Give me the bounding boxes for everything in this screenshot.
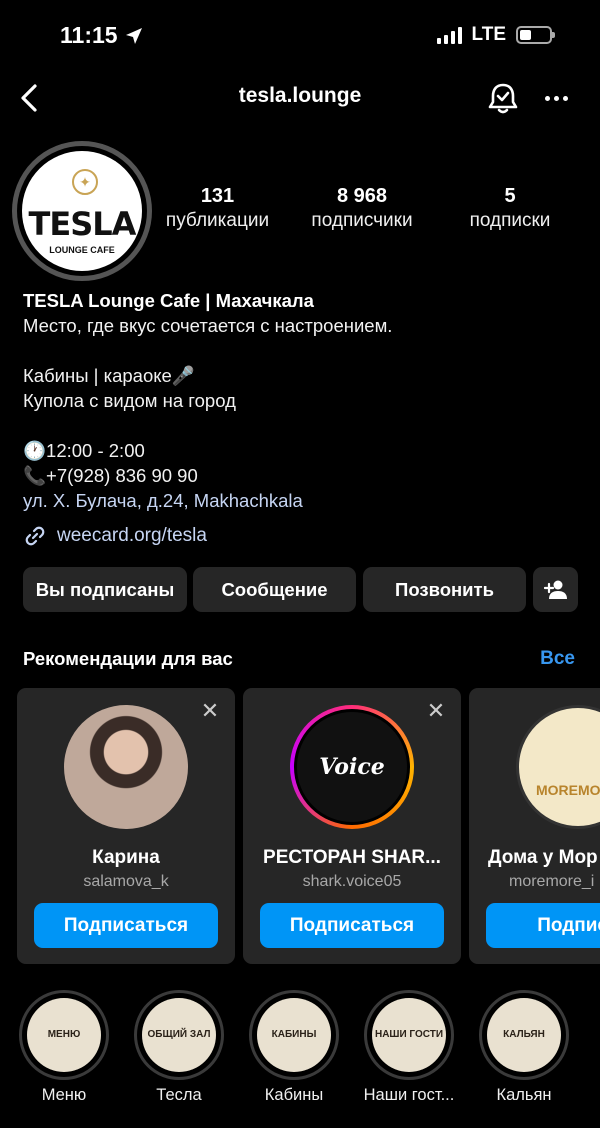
highlight-item[interactable]: МЕНЮ Меню bbox=[18, 990, 110, 1105]
see-all-link[interactable]: Все bbox=[540, 648, 575, 670]
battery-icon bbox=[516, 26, 555, 44]
highlight-label: Кабины bbox=[264, 1086, 324, 1104]
highlight-cover-text: МЕНЮ bbox=[47, 1029, 81, 1040]
more-options-button[interactable] bbox=[538, 80, 574, 116]
following-button[interactable]: Вы подписаны bbox=[23, 567, 187, 612]
highlight-ring: МЕНЮ bbox=[19, 990, 109, 1080]
recommendation-card[interactable]: ✕ Voice РЕСТОРАН SHAR... shark.voice05 П… bbox=[243, 688, 461, 964]
stat-following-value: 5 bbox=[504, 185, 516, 207]
website-link-text: weecard.org/tesla bbox=[57, 525, 207, 546]
more-dot-icon bbox=[562, 95, 568, 101]
call-button[interactable]: Позвонить bbox=[363, 567, 526, 612]
status-bar: 11:15 LTE bbox=[0, 0, 600, 70]
add-user-icon bbox=[543, 580, 567, 599]
star-logo-icon: ✦ bbox=[72, 169, 98, 195]
moremore-logo: MOREMORE bbox=[536, 782, 600, 798]
highlight-label: Кальян bbox=[496, 1086, 552, 1104]
stat-followers-label: подписчики bbox=[311, 210, 413, 231]
stat-following-label: подписки bbox=[469, 210, 551, 231]
profile-website-link[interactable]: weecard.org/tesla bbox=[23, 524, 207, 548]
highlight-item[interactable]: КАБИНЫ Кабины bbox=[248, 990, 340, 1105]
more-dot-icon bbox=[544, 95, 550, 101]
bio-hours: 🕐12:00 - 2:00 bbox=[23, 440, 145, 461]
highlight-cover-text: КАБИНЫ bbox=[271, 1029, 317, 1040]
notifications-button[interactable] bbox=[485, 80, 521, 116]
highlight-cover: КАБИНЫ bbox=[257, 998, 331, 1072]
profile-bio: TESLA Lounge Cafe | Махачкала Место, где… bbox=[23, 288, 583, 513]
recommendation-avatar[interactable]: MOREMORE bbox=[516, 705, 600, 829]
stat-posts[interactable]: 131 публикации bbox=[155, 185, 280, 232]
stat-posts-value: 131 bbox=[200, 185, 235, 207]
story-highlights: МЕНЮ Меню ОБЩИЙ ЗАЛ Тесла КАБИНЫ Кабины … bbox=[18, 990, 600, 1120]
bio-line: Место, где вкус сочетается с настроением… bbox=[23, 315, 393, 336]
recommendation-avatar[interactable]: Voice bbox=[290, 705, 414, 829]
highlight-label: Тесла bbox=[156, 1086, 202, 1104]
bio-line: Кабины | караоке🎤 bbox=[23, 365, 195, 386]
highlight-item[interactable]: КАЛЬЯН Кальян bbox=[478, 990, 570, 1105]
stat-posts-label: публикации bbox=[165, 210, 270, 231]
highlight-cover-text: ОБЩИЙ ЗАЛ bbox=[147, 1029, 211, 1040]
recommendation-username: shark.voice05 bbox=[302, 873, 402, 890]
highlight-ring: ОБЩИЙ ЗАЛ bbox=[134, 990, 224, 1080]
status-time-text: 11:15 bbox=[60, 22, 118, 48]
link-icon bbox=[25, 526, 45, 546]
recommendation-name: Дома у Мор bbox=[488, 847, 598, 868]
recommendations-header: Рекомендации для вас Все bbox=[23, 648, 575, 670]
profile-display-name: TESLA Lounge Cafe | Махачкала bbox=[23, 290, 314, 311]
profile-stats: 131 публикации 8 968 подписчики 5 подпис… bbox=[155, 185, 585, 245]
close-icon[interactable]: ✕ bbox=[199, 700, 221, 722]
highlight-item[interactable]: НАШИ ГОСТИ Наши гост... bbox=[363, 990, 455, 1105]
highlight-cover-text: НАШИ ГОСТИ bbox=[374, 1029, 444, 1040]
message-button[interactable]: Сообщение bbox=[193, 567, 356, 612]
highlight-label: Наши гост... bbox=[363, 1086, 455, 1104]
highlight-item[interactable]: ОБЩИЙ ЗАЛ Тесла bbox=[133, 990, 225, 1105]
highlight-cover: НАШИ ГОСТИ bbox=[372, 998, 446, 1072]
stat-followers[interactable]: 8 968 подписчики bbox=[297, 185, 427, 232]
recommendations-title: Рекомендации для вас bbox=[23, 648, 233, 669]
recommendation-username: salamova_k bbox=[83, 873, 169, 890]
highlight-ring: КАЛЬЯН bbox=[479, 990, 569, 1080]
more-dot-icon bbox=[553, 95, 559, 101]
follow-button[interactable]: Подписаться bbox=[260, 903, 444, 948]
recommendation-name: Карина bbox=[92, 847, 160, 868]
recommendation-name: РЕСТОРАН SHAR... bbox=[263, 847, 441, 868]
recommendation-avatar[interactable] bbox=[64, 705, 188, 829]
highlight-cover-text: КАЛЬЯН bbox=[503, 1029, 545, 1040]
highlight-ring: КАБИНЫ bbox=[249, 990, 339, 1080]
avatar-logo-text: TESLA bbox=[28, 205, 137, 243]
stat-following[interactable]: 5 подписки bbox=[455, 185, 565, 232]
close-icon[interactable]: ✕ bbox=[425, 700, 447, 722]
network-type: LTE bbox=[471, 24, 506, 45]
stat-followers-value: 8 968 bbox=[336, 185, 388, 207]
highlight-cover: ОБЩИЙ ЗАЛ bbox=[142, 998, 216, 1072]
shark-voice-logo: Voice bbox=[319, 754, 385, 780]
highlight-cover: КАЛЬЯН bbox=[487, 998, 561, 1072]
recommendation-card[interactable]: ✕ Карина salamova_k Подписаться bbox=[17, 688, 235, 964]
suggest-users-button[interactable] bbox=[533, 567, 578, 612]
follow-button[interactable]: Подписа bbox=[486, 903, 600, 948]
highlight-ring: НАШИ ГОСТИ bbox=[364, 990, 454, 1080]
nav-bar: tesla.lounge bbox=[0, 70, 600, 126]
profile-avatar[interactable]: ✦ TESLA LOUNGE CAFE bbox=[12, 141, 152, 281]
bio-address-link[interactable]: ул. Х. Булача, д.24, Makhachkala bbox=[23, 488, 583, 513]
highlight-cover: МЕНЮ bbox=[27, 998, 101, 1072]
bell-check-icon bbox=[488, 83, 518, 114]
location-arrow-icon bbox=[125, 27, 142, 44]
status-indicators: LTE bbox=[436, 24, 555, 46]
recommendation-username: moremore_i bbox=[509, 873, 595, 890]
follow-button[interactable]: Подписаться bbox=[34, 903, 218, 948]
profile-actions: Вы подписаны Сообщение Позвонить bbox=[23, 567, 578, 612]
bio-line: Купола с видом на город bbox=[23, 390, 236, 411]
status-time: 11:15 bbox=[60, 22, 144, 49]
avatar-logo-subtext: LOUNGE CAFE bbox=[49, 245, 115, 255]
bio-phone: 📞+7(928) 836 90 90 bbox=[23, 465, 198, 486]
highlight-label: Меню bbox=[41, 1086, 87, 1104]
recommendation-card[interactable]: MOREMORE Дома у Мор moremore_i Подписа bbox=[469, 688, 600, 964]
avatar-image: ✦ TESLA LOUNGE CAFE bbox=[22, 151, 142, 271]
signal-icon bbox=[436, 26, 462, 44]
